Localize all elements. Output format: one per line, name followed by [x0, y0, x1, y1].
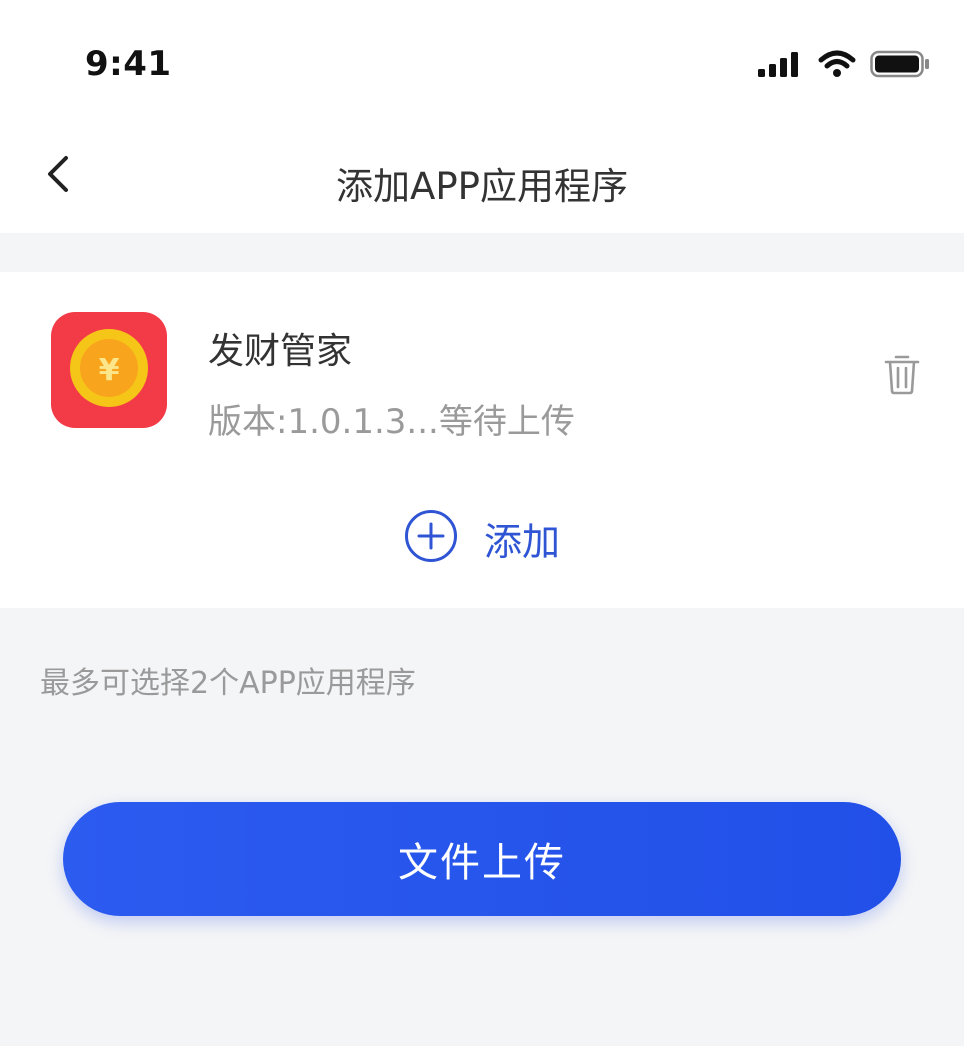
- delete-button[interactable]: [878, 352, 926, 400]
- upload-button-label: 文件上传: [398, 840, 566, 886]
- wifi-icon: [818, 50, 856, 82]
- upload-file-button[interactable]: 文件上传: [63, 802, 901, 916]
- status-time: 9:41: [85, 44, 172, 84]
- add-app-button[interactable]: 添加: [0, 510, 964, 566]
- svg-text:¥: ¥: [99, 353, 120, 388]
- add-label: 添加: [483, 519, 560, 564]
- status-bar: 9:41: [0, 0, 964, 120]
- coin-yuan-icon: ¥: [69, 328, 149, 412]
- selection-hint: 最多可选择2个APP应用程序: [40, 666, 416, 701]
- status-icons: [758, 50, 930, 82]
- plus-circle-icon: [404, 509, 458, 567]
- app-name: 发财管家: [208, 331, 353, 372]
- app-icon: ¥: [51, 312, 167, 428]
- app-version-status: 版本:1.0.1.3...等待上传: [208, 402, 575, 442]
- battery-icon: [870, 50, 930, 82]
- page-title: 添加APP应用程序: [336, 165, 628, 208]
- cellular-signal-icon: [758, 51, 804, 81]
- trash-icon: [884, 353, 920, 399]
- app-list-card: ¥ 发财管家 版本:1.0.1.3...等待上传 添加: [0, 272, 964, 608]
- navigation-bar: 添加APP应用程序: [0, 120, 964, 233]
